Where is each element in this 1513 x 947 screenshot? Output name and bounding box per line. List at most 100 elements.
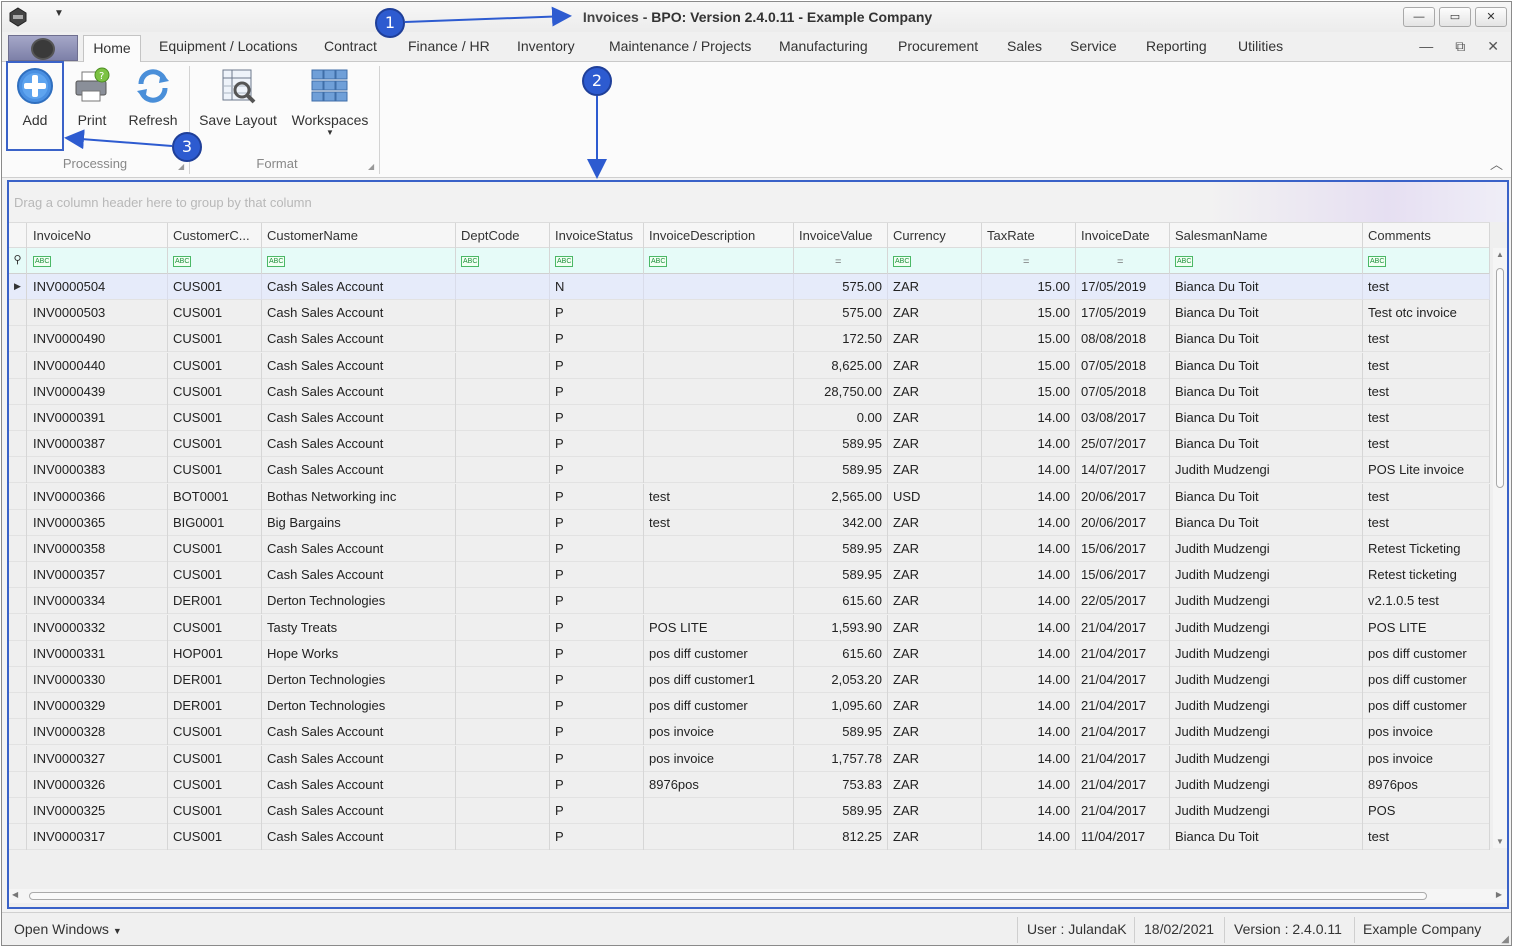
cell-comments[interactable]: POS Lite invoice	[1363, 457, 1490, 484]
refresh-button[interactable]: Refresh	[124, 66, 182, 128]
cell-comments[interactable]: test	[1363, 326, 1490, 353]
row-indicator[interactable]	[9, 483, 27, 510]
cell-invoice-description[interactable]: test	[644, 483, 794, 510]
cell-customer-name[interactable]: Cash Sales Account	[262, 352, 456, 379]
cell-invoice-date[interactable]: 15/06/2017	[1076, 536, 1170, 562]
horizontal-scroll-thumb[interactable]	[29, 892, 1427, 900]
cell-invoice-status[interactable]: P	[550, 300, 644, 327]
tab-finance-hr[interactable]: Finance / HR	[408, 38, 490, 54]
cell-invoice-date[interactable]: 14/07/2017	[1076, 457, 1170, 484]
cell-invoice-description[interactable]: 8976pos	[644, 771, 794, 798]
cell-invoice-date[interactable]: 21/04/2017	[1076, 614, 1170, 641]
cell-tax-rate[interactable]: 14.00	[982, 719, 1076, 746]
cell-tax-rate[interactable]: 15.00	[982, 352, 1076, 379]
cell-invoice-value[interactable]: 172.50	[794, 326, 888, 353]
cell-currency[interactable]: ZAR	[888, 326, 982, 353]
cell-customer-name[interactable]: Cash Sales Account	[262, 326, 456, 353]
cell-tax-rate[interactable]: 14.00	[982, 405, 1076, 431]
cell-invoice-description[interactable]: pos invoice	[644, 745, 794, 772]
cell-comments[interactable]: pos diff customer	[1363, 667, 1490, 693]
minimize-button[interactable]: —	[1403, 7, 1435, 27]
cell-invoice-value[interactable]: 753.83	[794, 771, 888, 798]
mdi-minimize-icon[interactable]: —	[1419, 38, 1433, 55]
scroll-down-icon[interactable]: ▼	[1496, 837, 1504, 846]
row-indicator[interactable]	[9, 588, 27, 615]
cell-invoice-no[interactable]: INV0000326	[28, 771, 168, 798]
print-button[interactable]: ? Print	[68, 66, 116, 128]
cell-invoice-value[interactable]: 575.00	[794, 300, 888, 327]
column-header-currency[interactable]: Currency	[888, 223, 982, 249]
vertical-scroll-thumb[interactable]	[1496, 268, 1504, 488]
cell-currency[interactable]: ZAR	[888, 378, 982, 405]
cell-invoice-description[interactable]: pos diff customer	[644, 693, 794, 720]
cell-customer-code[interactable]: CUS001	[168, 352, 262, 379]
cell-invoice-no[interactable]: INV0000391	[28, 405, 168, 431]
cell-invoice-date[interactable]: 07/05/2018	[1076, 378, 1170, 405]
cell-salesman-name[interactable]: Bianca Du Toit	[1170, 483, 1363, 510]
cell-currency[interactable]: USD	[888, 483, 982, 510]
cell-invoice-date[interactable]: 22/05/2017	[1076, 588, 1170, 615]
cell-invoice-value[interactable]: 615.60	[794, 640, 888, 667]
cell-invoice-status[interactable]: P	[550, 405, 644, 431]
cell-salesman-name[interactable]: Judith Mudzengi	[1170, 640, 1363, 667]
tab-home[interactable]: Home	[83, 35, 141, 63]
filter-cell-customer-name[interactable]: ABC	[262, 248, 456, 274]
tab-reporting[interactable]: Reporting	[1146, 38, 1207, 54]
cell-invoice-status[interactable]: P	[550, 771, 644, 798]
cell-invoice-value[interactable]: 342.00	[794, 509, 888, 536]
cell-invoice-status[interactable]: P	[550, 745, 644, 772]
cell-customer-code[interactable]: CUS001	[168, 274, 262, 300]
cell-customer-name[interactable]: Big Bargains	[262, 509, 456, 536]
cell-comments[interactable]: test	[1363, 405, 1490, 431]
cell-tax-rate[interactable]: 14.00	[982, 798, 1076, 824]
cell-customer-code[interactable]: CUS001	[168, 614, 262, 641]
filter-cell-invoice-value[interactable]: =	[794, 248, 888, 274]
cell-dept-code[interactable]	[456, 562, 550, 589]
cell-invoice-description[interactable]: POS LITE	[644, 614, 794, 641]
cell-currency[interactable]: ZAR	[888, 562, 982, 589]
open-windows-menu[interactable]: Open Windows ▼	[14, 921, 122, 937]
cell-salesman-name[interactable]: Judith Mudzengi	[1170, 771, 1363, 798]
table-row[interactable]: INV0000332 CUS001 Tasty Treats P POS LITE 1,5…	[9, 614, 1490, 641]
cell-customer-code[interactable]: CUS001	[168, 771, 262, 798]
application-menu-button[interactable]	[8, 35, 78, 61]
filter-cell-invoice-description[interactable]: ABC	[644, 248, 794, 274]
cell-invoice-status[interactable]: P	[550, 457, 644, 484]
close-button[interactable]: ✕	[1475, 7, 1507, 27]
cell-tax-rate[interactable]: 14.00	[982, 431, 1076, 458]
cell-currency[interactable]: ZAR	[888, 640, 982, 667]
cell-customer-code[interactable]: CUS001	[168, 536, 262, 562]
table-row[interactable]: INV0000365 BIG0001 Big Bargains Ptest 342.00…	[9, 509, 1490, 536]
cell-invoice-status[interactable]: P	[550, 719, 644, 746]
row-indicator[interactable]	[9, 745, 27, 772]
cell-customer-code[interactable]: CUS001	[168, 405, 262, 431]
scroll-left-icon[interactable]: ◀	[12, 890, 18, 899]
column-header-customer-code[interactable]: CustomerC...	[168, 223, 262, 249]
table-row[interactable]: INV0000358 CUS001 Cash Sales Account P 589.9…	[9, 536, 1490, 562]
filter-cell-tax-rate[interactable]: =	[982, 248, 1076, 274]
table-row[interactable]: INV0000387 CUS001 Cash Sales Account P 589.9…	[9, 431, 1490, 458]
cell-invoice-date[interactable]: 21/04/2017	[1076, 693, 1170, 720]
cell-invoice-date[interactable]: 21/04/2017	[1076, 640, 1170, 667]
cell-customer-code[interactable]: CUS001	[168, 300, 262, 327]
cell-invoice-status[interactable]: P	[550, 824, 644, 851]
cell-invoice-no[interactable]: INV0000490	[28, 326, 168, 353]
cell-currency[interactable]: ZAR	[888, 745, 982, 772]
cell-invoice-description[interactable]	[644, 588, 794, 615]
cell-tax-rate[interactable]: 15.00	[982, 300, 1076, 327]
cell-invoice-description[interactable]	[644, 274, 794, 300]
cell-tax-rate[interactable]: 14.00	[982, 588, 1076, 615]
cell-invoice-date[interactable]: 21/04/2017	[1076, 798, 1170, 824]
cell-invoice-date[interactable]: 21/04/2017	[1076, 719, 1170, 746]
cell-dept-code[interactable]	[456, 378, 550, 405]
cell-invoice-no[interactable]: INV0000330	[28, 667, 168, 693]
cell-currency[interactable]: ZAR	[888, 509, 982, 536]
cell-currency[interactable]: ZAR	[888, 300, 982, 327]
cell-customer-name[interactable]: Derton Technologies	[262, 588, 456, 615]
cell-dept-code[interactable]	[456, 798, 550, 824]
tab-sales[interactable]: Sales	[1007, 38, 1042, 54]
row-indicator[interactable]	[9, 405, 27, 431]
cell-invoice-value[interactable]: 589.95	[794, 798, 888, 824]
cell-comments[interactable]: POS	[1363, 798, 1490, 824]
cell-customer-code[interactable]: CUS001	[168, 326, 262, 353]
